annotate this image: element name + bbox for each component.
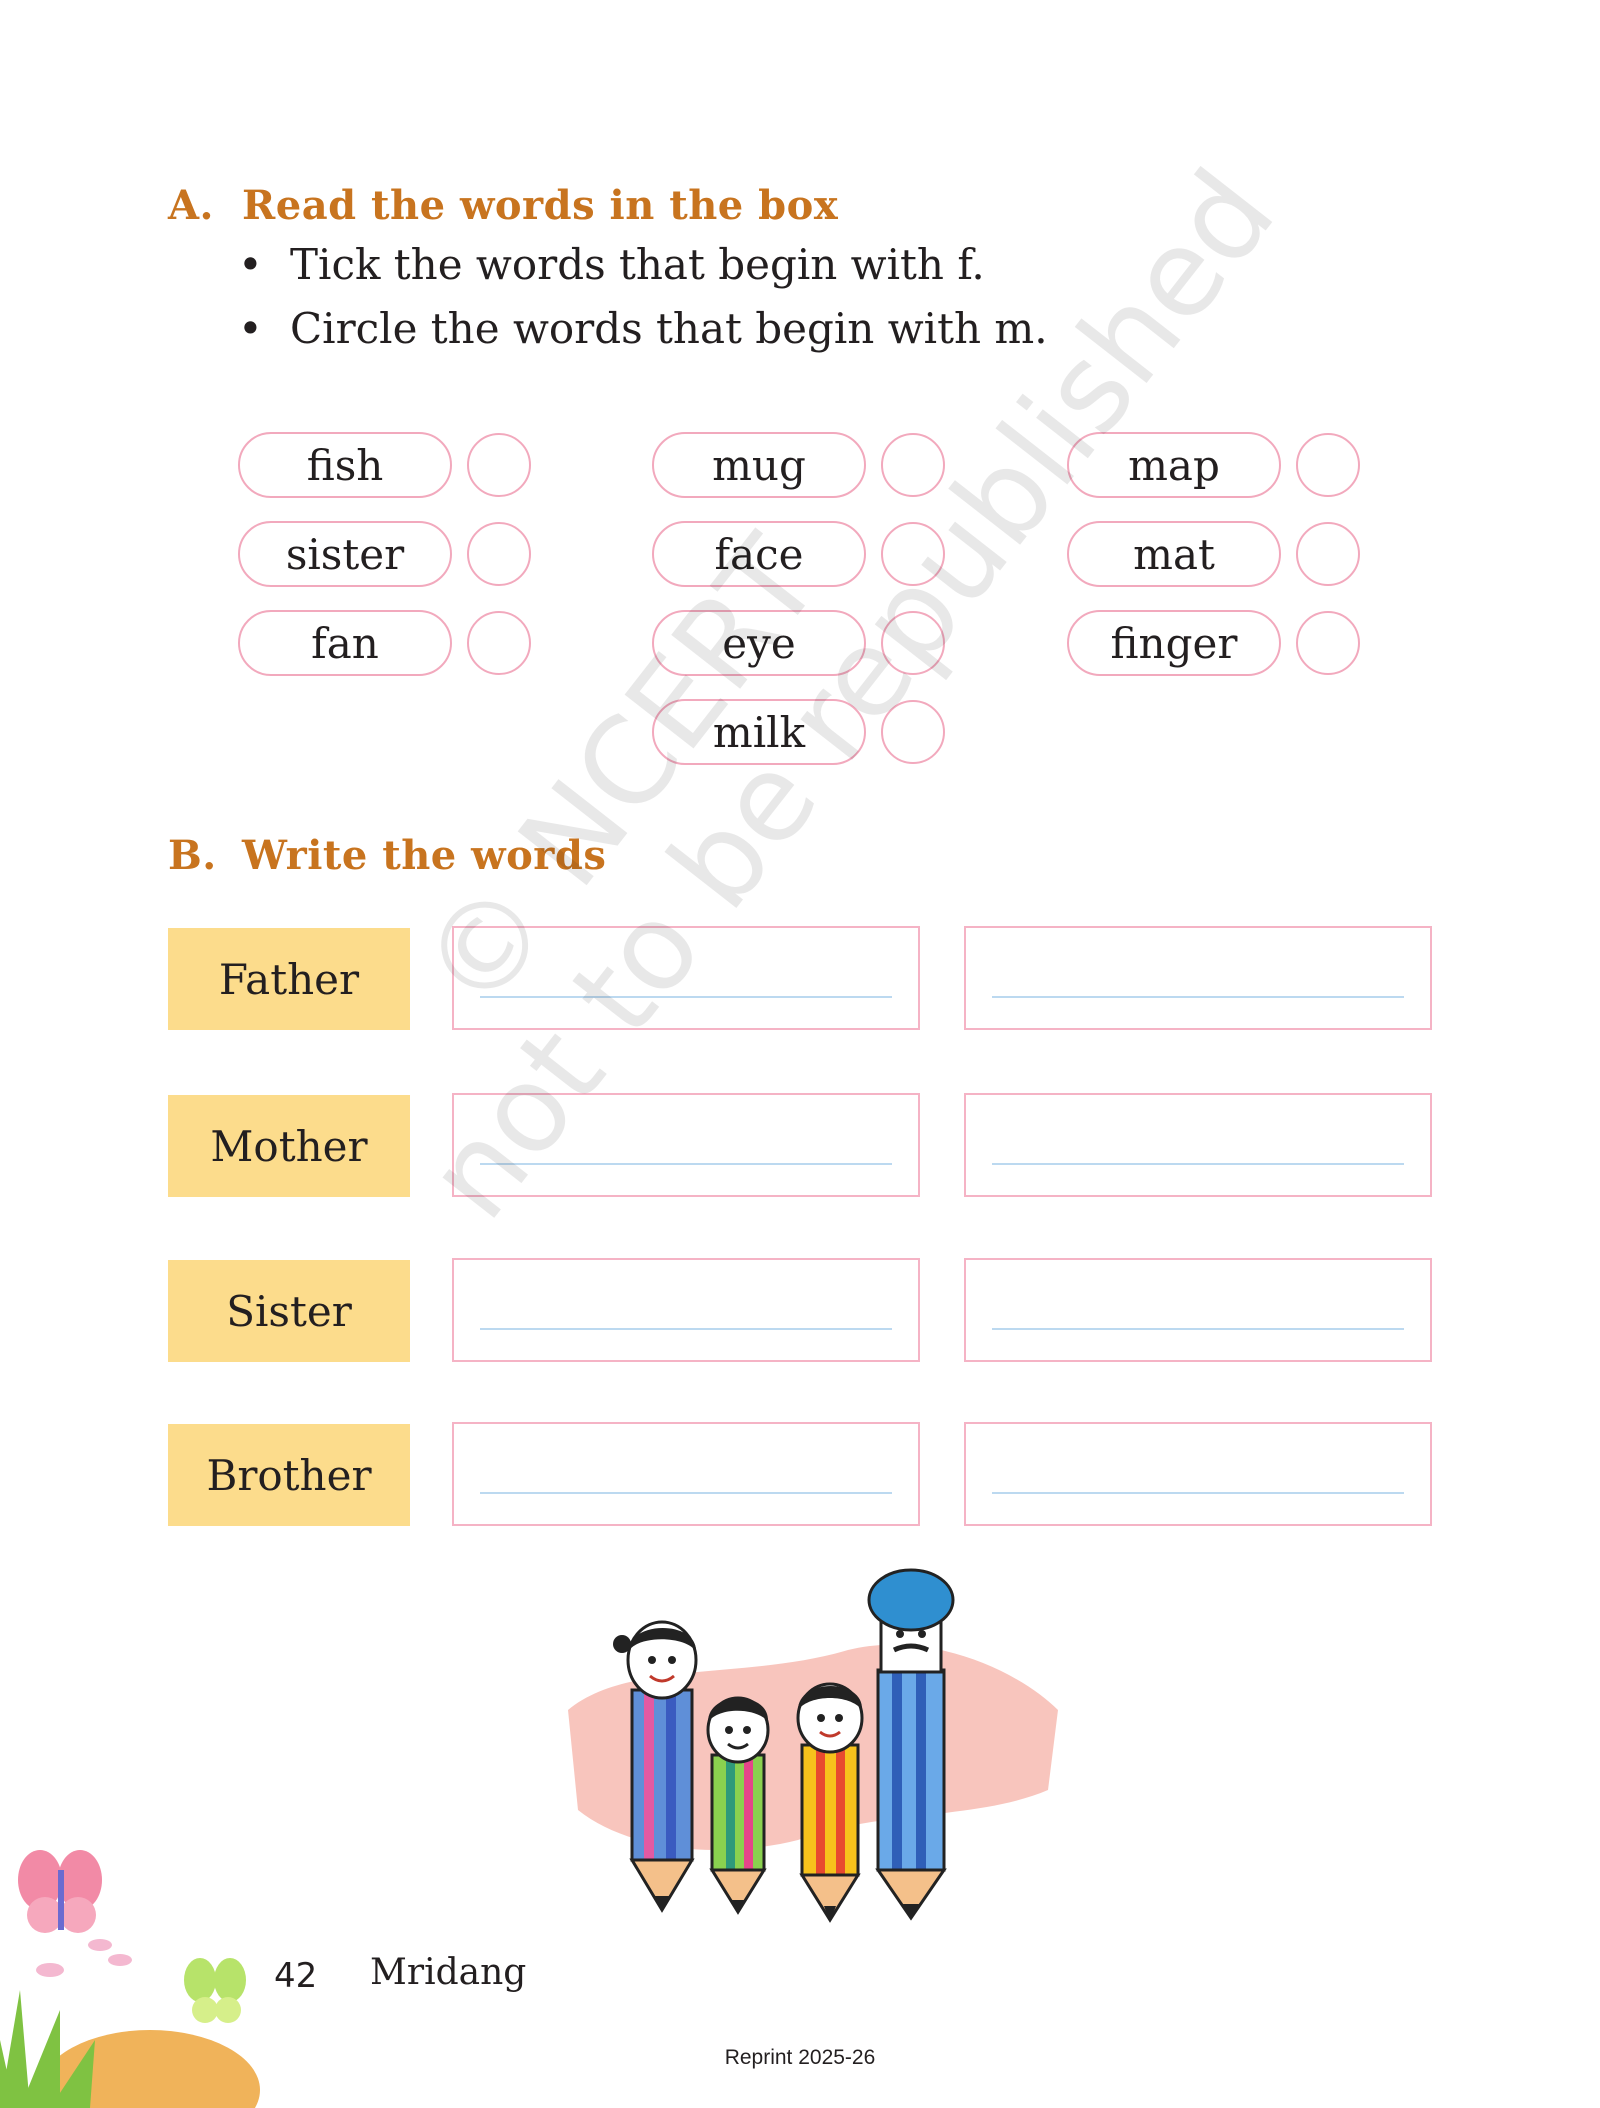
instruction-text: Tick the words that begin with f. <box>290 240 985 289</box>
writing-line <box>480 1163 892 1165</box>
family-word-label: Father <box>168 928 410 1030</box>
word-pill: fan <box>238 610 452 676</box>
word-pill: eye <box>652 610 866 676</box>
instruction-text: Circle the words that begin with m. <box>290 304 1048 353</box>
word-pill: mat <box>1067 521 1281 587</box>
section-a-heading: A. Read the words in the box <box>168 182 838 229</box>
writing-line <box>480 996 892 998</box>
answer-circle[interactable] <box>881 611 945 675</box>
answer-circle[interactable] <box>467 433 531 497</box>
writing-line <box>480 1328 892 1330</box>
green-butterfly-icon <box>184 1958 246 2023</box>
writing-box[interactable] <box>452 1422 920 1526</box>
reprint-note: Reprint 2025-26 <box>724 2046 876 2069</box>
writing-box[interactable] <box>964 926 1432 1030</box>
answer-circle[interactable] <box>1296 522 1360 586</box>
family-word-label: Brother <box>168 1424 410 1526</box>
word-pill: finger <box>1067 610 1281 676</box>
answer-circle[interactable] <box>1296 611 1360 675</box>
pink-butterfly-icon <box>18 1850 102 1933</box>
section-b-title: Write the words <box>242 832 607 879</box>
word-pill: fish <box>238 432 452 498</box>
writing-box[interactable] <box>452 1093 920 1197</box>
page-number: 42 <box>274 1956 318 1996</box>
family-word-label: Sister <box>168 1260 410 1362</box>
pencil-family-illustration <box>568 1568 1058 1923</box>
answer-circle[interactable] <box>467 611 531 675</box>
answer-circle[interactable] <box>881 522 945 586</box>
answer-circle[interactable] <box>881 433 945 497</box>
writing-box[interactable] <box>452 926 920 1030</box>
bullet-icon: • <box>238 240 263 289</box>
answer-circle[interactable] <box>881 700 945 764</box>
writing-box[interactable] <box>964 1258 1432 1362</box>
father-pencil <box>867 1568 955 1921</box>
writing-line <box>992 1163 1404 1165</box>
writing-line <box>480 1492 892 1494</box>
section-a-title: Read the words in the box <box>242 182 839 229</box>
section-b-letter: B. <box>168 832 217 879</box>
bullet-icon: • <box>238 304 263 353</box>
word-pill: sister <box>238 521 452 587</box>
answer-circle[interactable] <box>1296 433 1360 497</box>
flower-dots <box>36 1939 132 1977</box>
book-title: Mridang <box>370 1952 527 1993</box>
family-word-label: Mother <box>168 1095 410 1197</box>
word-pill: face <box>652 521 866 587</box>
word-pill: milk <box>652 699 866 765</box>
writing-line <box>992 1328 1404 1330</box>
writing-box[interactable] <box>964 1422 1432 1526</box>
writing-line <box>992 996 1404 998</box>
answer-circle[interactable] <box>467 522 531 586</box>
girl-pencil <box>796 1682 864 1923</box>
writing-line <box>992 1492 1404 1494</box>
boy-pencil <box>706 1696 770 1915</box>
section-b-heading: B. Write the words <box>168 832 606 879</box>
word-pill: mug <box>652 432 866 498</box>
word-pill: map <box>1067 432 1281 498</box>
watermark-line-2: not to be republished <box>400 145 1302 1245</box>
writing-box[interactable] <box>452 1258 920 1362</box>
writing-box[interactable] <box>964 1093 1432 1197</box>
section-a-letter: A. <box>168 182 214 229</box>
